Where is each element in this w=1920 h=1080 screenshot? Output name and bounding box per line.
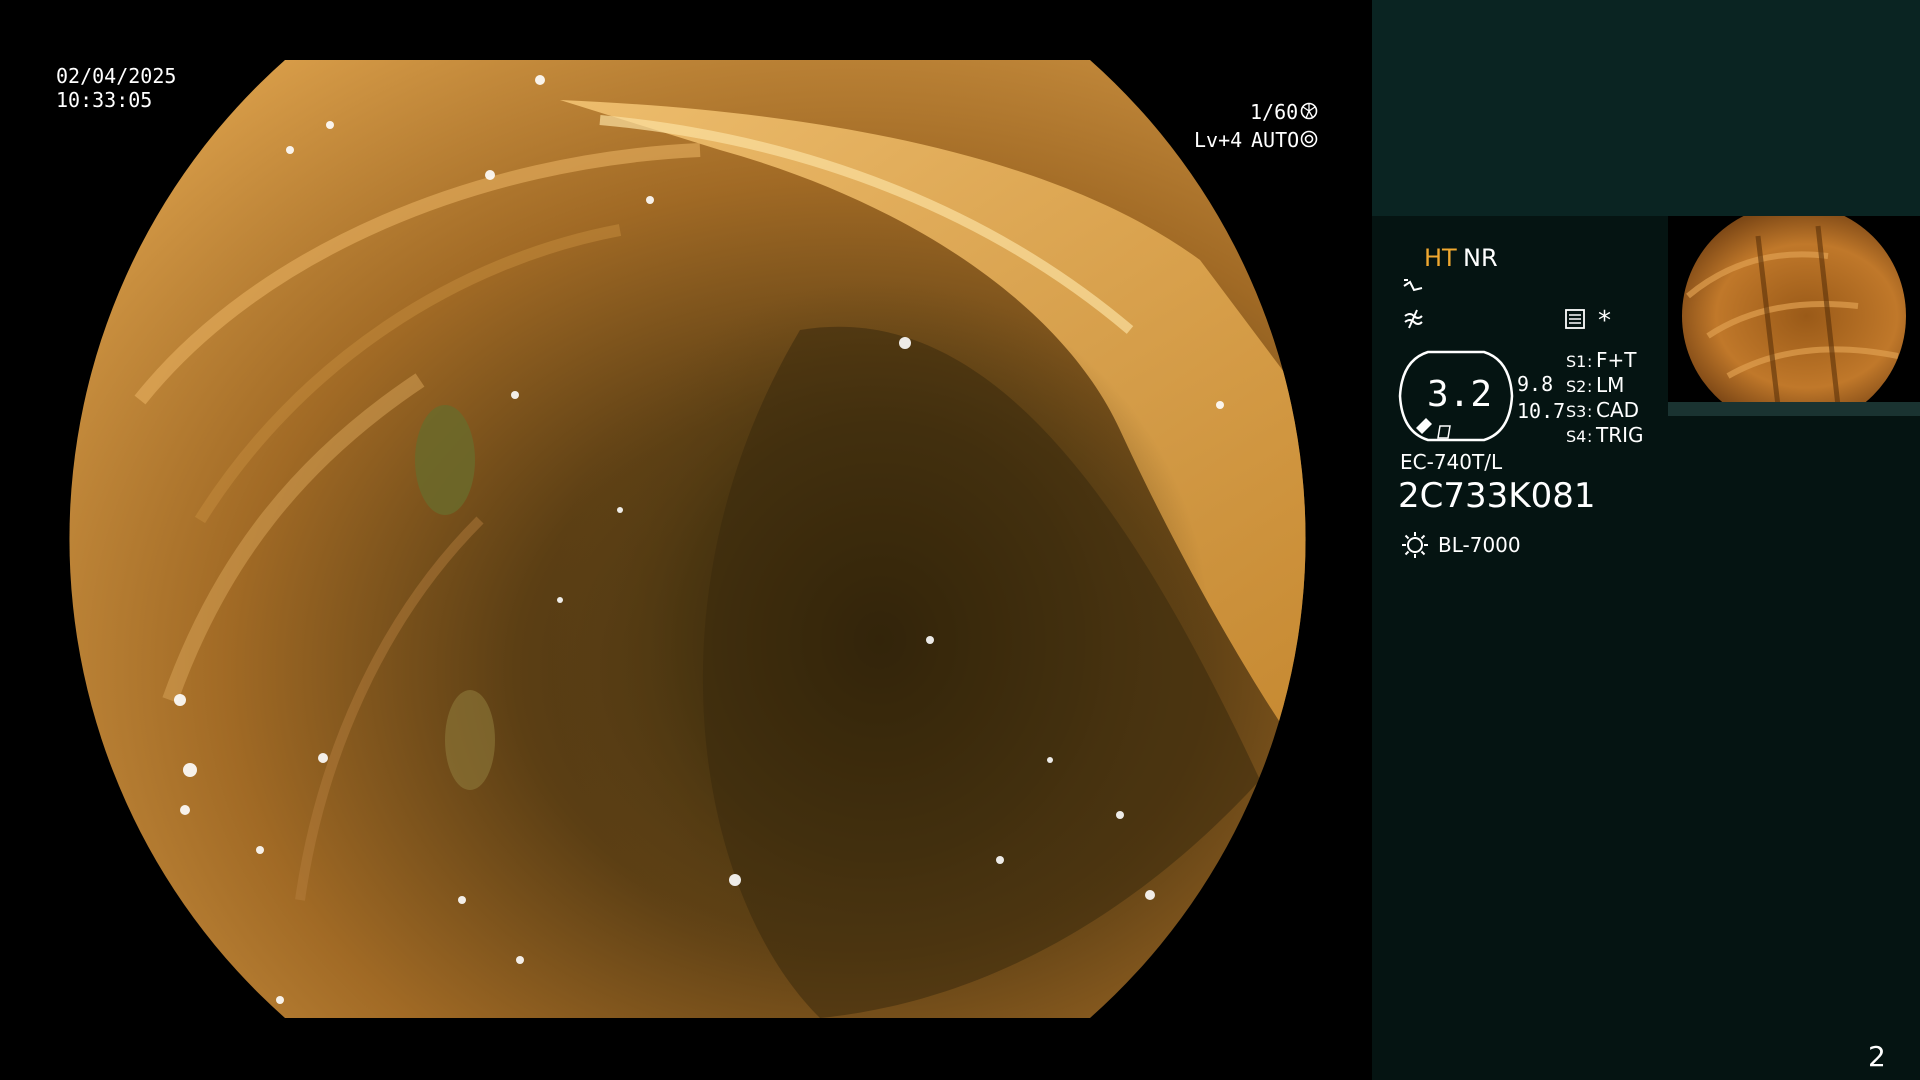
tilde-icon [1402, 278, 1424, 298]
exam-date: 02/04/2025 [56, 64, 177, 88]
zoom-upper: 9.8 [1517, 372, 1554, 396]
switch-key-s3: S3 [1566, 402, 1587, 421]
thumbnail-image [1668, 216, 1920, 416]
not-equal-icon [1402, 308, 1424, 330]
scope-model: EC-740T/L [1400, 450, 1503, 474]
info-panel-header [1372, 0, 1920, 216]
nr-mode: NR [1463, 244, 1498, 272]
exam-time: 10:33:05 [56, 88, 153, 112]
iris-mode: AUTO [1251, 128, 1300, 152]
menu-icon [1564, 308, 1586, 330]
page-number: 2 [1868, 1040, 1886, 1073]
light-level: Lv+4 [1194, 128, 1243, 152]
thumbnail-status-bar [1668, 402, 1920, 416]
zoom-lower: 10.7 [1517, 399, 1566, 423]
switch-label-s3: CAD [1596, 398, 1640, 422]
ht-mode: HT [1424, 244, 1457, 272]
switch-label-s4: TRIG [1596, 423, 1644, 447]
scope-serial: 2C733K081 [1398, 476, 1596, 516]
switch-key-s1: S1 [1566, 352, 1587, 371]
endoscope-image [69, 60, 1306, 1018]
switch-key-s2: S2 [1566, 377, 1587, 396]
zoom-value: 3.2 [1427, 374, 1493, 415]
endoscope-view: 02/04/2025 10:33:05 1/60 Lv+4 AUTO [0, 0, 1372, 1080]
light-source: BL-7000 [1438, 533, 1521, 557]
shutter-speed: 1/60 [1250, 100, 1299, 124]
brightness-icon [1400, 530, 1430, 560]
switch-label-s1: F+T [1596, 348, 1637, 372]
switch-key-s4: S4 [1566, 427, 1587, 446]
iris-icon [1300, 130, 1318, 148]
shutter-icon [1300, 102, 1318, 120]
switch-label-s2: LM [1596, 373, 1625, 397]
asterisk-indicator: * [1598, 306, 1611, 336]
